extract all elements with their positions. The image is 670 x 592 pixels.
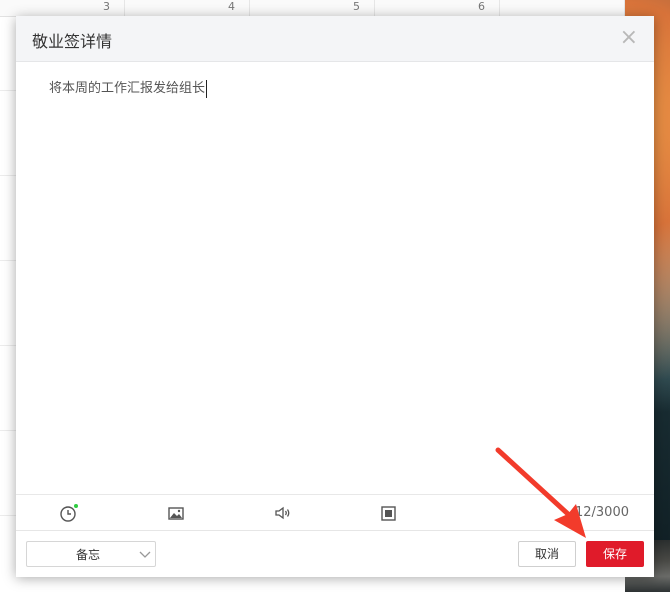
save-button[interactable]: 保存 [586,541,644,567]
image-icon[interactable] [166,503,186,523]
speaker-icon[interactable] [273,503,293,523]
chevron-down-icon [139,551,151,558]
dialog-header: 敬业签详情 × [16,16,654,62]
char-counter: 12/3000 [574,505,629,520]
clock-icon[interactable] [59,503,79,523]
close-icon[interactable]: × [620,26,638,50]
background-header-cell: 5 [250,0,375,16]
dialog-footer: 备忘 取消 保存 [16,530,654,577]
stop-square-icon[interactable] [379,503,399,523]
reminder-dot [74,504,78,508]
category-select[interactable]: 备忘 [26,541,156,567]
cancel-button[interactable]: 取消 [518,541,576,567]
memo-editor[interactable]: 将本周的工作汇报发给组长 [16,62,654,494]
category-select-value: 备忘 [75,548,100,562]
memo-detail-dialog: 敬业签详情 × 将本周的工作汇报发给组长 12/3000 备忘 取消 保存 [16,16,654,577]
memo-text[interactable]: 将本周的工作汇报发给组长 [49,80,208,98]
background-header-row: 3 4 5 6 [0,0,625,17]
background-header-cell [500,0,625,16]
background-header-cell: 6 [375,0,500,16]
background-header-cell: 4 [125,0,250,16]
dialog-title: 敬业签详情 [32,32,113,51]
background-header-cell: 3 [0,0,125,16]
editor-toolbar: 12/3000 [16,494,654,531]
